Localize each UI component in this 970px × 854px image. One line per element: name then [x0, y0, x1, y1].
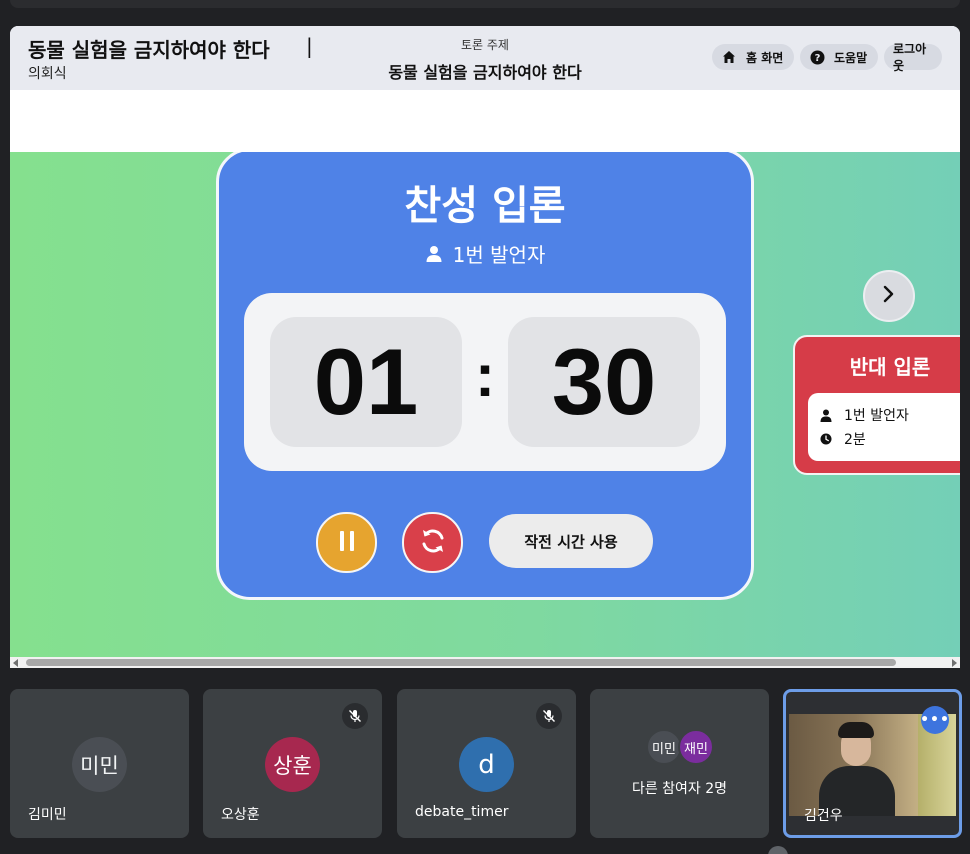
logout-label: 로그아웃 [893, 42, 927, 73]
next-phase-button[interactable] [863, 270, 915, 322]
self-name: 김건우 [804, 808, 843, 824]
next-speaker-label: 1번 발언자 [844, 408, 909, 424]
timer-stage: 찬성 입론 1번 발언자 01 : 30 작전 시간 사용 반대 입론 1번 발… [10, 152, 960, 657]
next-phase-card: 반대 입론 1번 발언자 2분 [793, 335, 960, 475]
avatar: d [459, 737, 514, 792]
participant-tile[interactable]: 상훈 오상훈 [203, 689, 382, 838]
chevron-right-icon [882, 285, 896, 307]
scroll-left-arrow-icon[interactable] [13, 659, 18, 667]
other-participants-tile[interactable]: 미민 재민 다른 참여자 2명 [590, 689, 769, 838]
home-icon [721, 49, 737, 65]
pause-button[interactable] [316, 512, 377, 573]
horizontal-scrollbar[interactable] [10, 657, 960, 668]
avatar: 상훈 [265, 737, 320, 792]
person-icon [425, 245, 443, 263]
next-duration-label: 2분 [844, 432, 866, 448]
seconds-display: 30 [508, 317, 700, 447]
clock-colon: : [475, 342, 495, 409]
home-label: 홈 화면 [746, 50, 784, 65]
speaker-row: 1번 발언자 [219, 239, 751, 268]
mic-off-icon [342, 703, 368, 729]
reset-icon [418, 526, 448, 560]
avatar: 재민 [678, 729, 714, 765]
help-button[interactable]: ? 도움말 [800, 44, 878, 70]
logout-button[interactable]: 로그아웃 [884, 42, 942, 73]
participant-name: debate_timer [415, 804, 509, 820]
scroll-right-arrow-icon[interactable] [952, 659, 957, 667]
current-phase-card: 찬성 입론 1번 발언자 01 : 30 작전 시간 사용 [216, 152, 754, 600]
clock-icon [820, 432, 834, 446]
more-options-icon: ••• [920, 712, 950, 728]
help-icon: ? [809, 49, 825, 65]
participant-name: 오상훈 [221, 807, 260, 823]
next-duration-row: 2분 [820, 429, 866, 449]
reset-button[interactable] [402, 512, 463, 573]
next-speaker-row: 1번 발언자 [820, 405, 909, 425]
more-options-button[interactable]: ••• [920, 706, 950, 734]
home-button[interactable]: 홈 화면 [712, 44, 794, 70]
svg-text:?: ? [814, 53, 820, 64]
speaker-label: 1번 발언자 [452, 243, 546, 267]
top-bar-strip [10, 0, 960, 8]
participant-tile[interactable]: 미민 김미민 [10, 689, 189, 838]
clock-panel: 01 : 30 [244, 293, 726, 471]
avatar: 미민 [646, 729, 682, 765]
next-phase-title: 반대 입론 [849, 355, 931, 379]
strategy-time-button[interactable]: 작전 시간 사용 [489, 514, 653, 568]
next-phase-details: 1번 발언자 2분 [808, 393, 960, 461]
bottom-control-indicator [768, 846, 788, 854]
other-participants-label: 다른 참여자 2명 [631, 781, 728, 797]
help-label: 도움말 [834, 50, 868, 65]
person-icon [820, 408, 834, 422]
debate-app-window: 동물 실험을 금지하여야 한다 | 의회식 토론 주제 동물 실험을 금지하여야… [10, 26, 960, 668]
app-header: 동물 실험을 금지하여야 한다 | 의회식 토론 주제 동물 실험을 금지하여야… [10, 26, 960, 90]
phase-title: 찬성 입론 [404, 183, 566, 229]
participant-tile[interactable]: d debate_timer [397, 689, 576, 838]
avatar: 미민 [72, 737, 127, 792]
pause-icon [338, 530, 356, 556]
content-spacer [10, 90, 960, 152]
minutes-display: 01 [270, 317, 462, 447]
scrollbar-thumb[interactable] [26, 659, 896, 666]
mic-off-icon [536, 703, 562, 729]
participant-name: 김미민 [28, 807, 67, 823]
self-video-tile[interactable]: ••• 김건우 [783, 689, 962, 838]
